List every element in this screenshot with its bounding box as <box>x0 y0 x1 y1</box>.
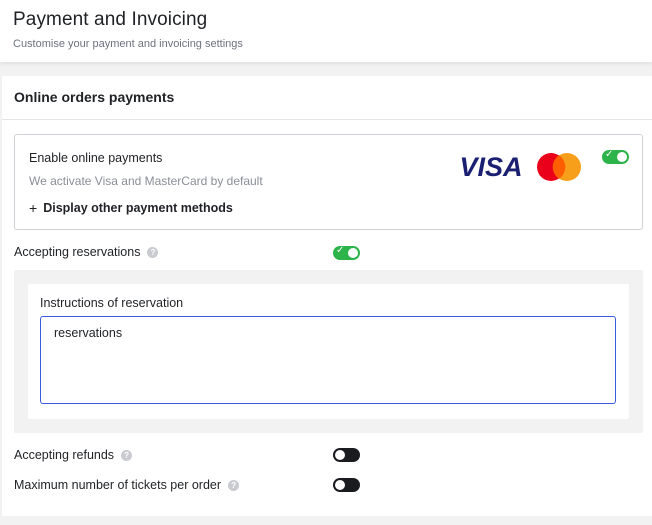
accepting-reservations-row: Accepting reservations ? <box>14 245 159 259</box>
plus-icon: + <box>29 200 38 216</box>
accepting-refunds-label: Accepting refunds <box>14 448 115 462</box>
page-title: Payment and Invoicing <box>13 9 208 30</box>
online-payments-description: We activate Visa and MasterCard by defau… <box>29 174 263 188</box>
check-icon: ✓ <box>605 149 614 160</box>
visa-logo: VISA <box>459 153 522 181</box>
section-divider <box>2 119 652 120</box>
max-tickets-row: Maximum number of tickets per order ? <box>14 478 240 492</box>
help-icon[interactable]: ? <box>121 449 133 461</box>
accepting-refunds-toggle[interactable] <box>333 448 360 462</box>
online-payments-title: Enable online payments <box>29 151 163 165</box>
page-header: Payment and Invoicing Customise your pay… <box>0 0 652 62</box>
max-tickets-label: Maximum number of tickets per order <box>14 478 222 492</box>
reservation-instructions-panel: Instructions of reservation reservations <box>14 270 643 433</box>
reservation-instructions-card: Instructions of reservation reservations <box>28 284 629 419</box>
max-tickets-toggle[interactable] <box>333 478 360 492</box>
mastercard-logo <box>537 153 581 181</box>
help-icon[interactable]: ? <box>147 246 159 258</box>
accepting-refunds-row: Accepting refunds ? <box>14 448 133 462</box>
reservation-instructions-label: Instructions of reservation <box>40 296 184 310</box>
help-icon[interactable]: ? <box>228 479 240 491</box>
check-icon: ✓ <box>336 245 345 256</box>
reservation-instructions-textarea[interactable]: reservations <box>40 316 616 404</box>
online-payments-box: Enable online payments We activate Visa … <box>14 134 643 230</box>
online-orders-card: Online orders payments Enable online pay… <box>2 76 652 516</box>
online-payments-toggle[interactable]: ✓ <box>602 149 629 164</box>
toggle-knob <box>335 480 345 490</box>
section-title: Online orders payments <box>14 89 175 105</box>
visa-logo-text: VISA <box>459 153 522 181</box>
display-other-methods-button[interactable]: + Display other payment methods <box>29 201 233 215</box>
display-other-methods-label: Display other payment methods <box>43 201 233 215</box>
toggle-knob <box>617 152 627 162</box>
toggle-knob <box>335 450 345 460</box>
page-subtitle: Customise your payment and invoicing set… <box>13 38 243 50</box>
accepting-reservations-toggle[interactable]: ✓ <box>333 245 360 260</box>
accepting-reservations-label: Accepting reservations <box>14 245 141 259</box>
toggle-knob <box>348 248 358 258</box>
